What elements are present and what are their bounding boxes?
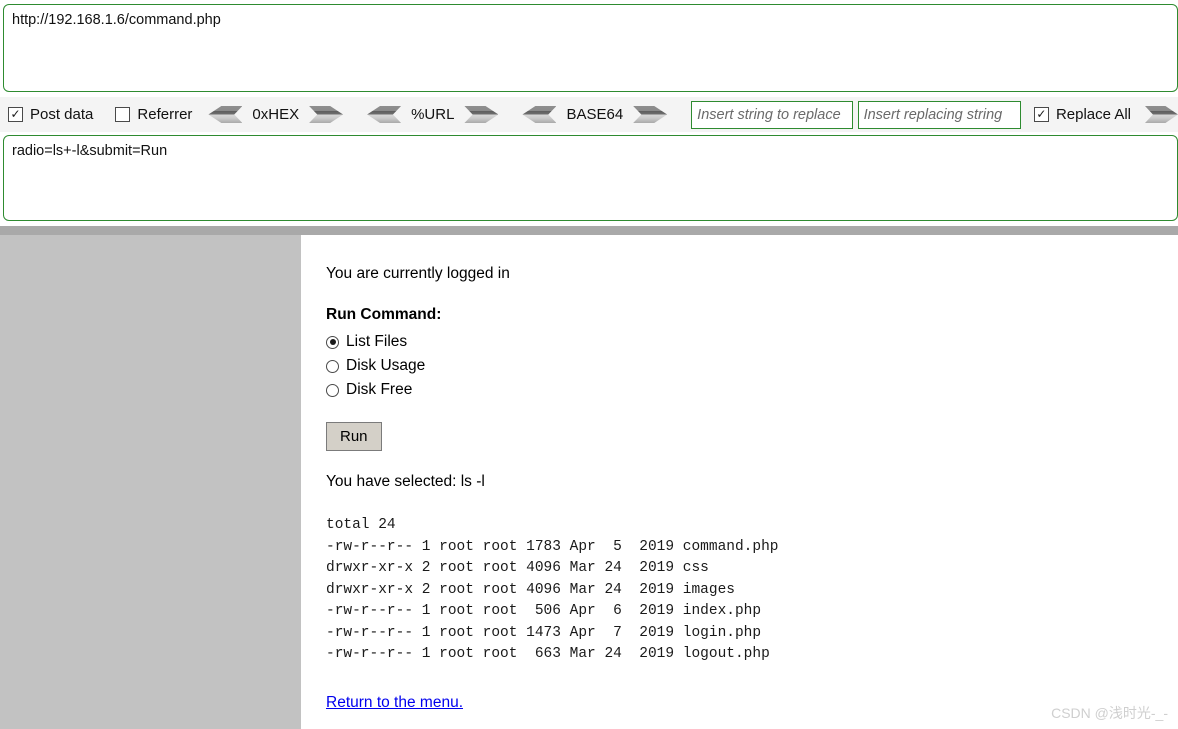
base64-decode-arrow-icon[interactable]: [522, 106, 557, 123]
run-submit-button[interactable]: Run: [326, 422, 382, 451]
encoding-options-toolbar: Post data Referrer 0xHEX %URL BASE64 Ins…: [0, 97, 1178, 132]
hex-encode-group: 0xHEX: [208, 97, 344, 132]
post-data-input[interactable]: radio=ls+-l&submit=Run: [3, 135, 1178, 221]
radio-disk-free-label: Disk Free: [346, 381, 413, 398]
url-encode-label: %URL: [411, 106, 455, 123]
radio-option-disk-free[interactable]: Disk Free: [326, 378, 1178, 402]
selected-command-text: You have selected: ls -l: [326, 473, 485, 490]
post-data-checkbox[interactable]: [8, 107, 23, 122]
page-top-band: [0, 226, 1178, 235]
radio-disk-free-input[interactable]: [326, 383, 339, 397]
url-encode-group: %URL: [367, 97, 499, 132]
radio-option-list-files[interactable]: List Files: [326, 330, 1178, 354]
radio-list-files-label: List Files: [346, 333, 408, 350]
referrer-option[interactable]: Referrer: [115, 97, 192, 132]
base64-encode-arrow-icon[interactable]: [633, 106, 668, 123]
radio-disk-usage-input[interactable]: [326, 359, 339, 373]
apply-replace-arrow-icon[interactable]: [1145, 106, 1178, 123]
hex-encode-arrow-icon[interactable]: [309, 106, 344, 123]
run-command-heading: Run Command:: [326, 306, 442, 323]
replace-from-input[interactable]: Insert string to replace: [691, 100, 853, 129]
replace-to-input[interactable]: Insert replacing string: [857, 100, 1021, 129]
base64-label: BASE64: [566, 106, 624, 123]
command-output: total 24 -rw-r--r-- 1 root root 1783 Apr…: [326, 517, 779, 662]
replace-all-option[interactable]: Replace All: [1033, 97, 1131, 132]
url-input[interactable]: http://192.168.1.6/command.php: [3, 4, 1178, 92]
referrer-label: Referrer: [137, 106, 193, 123]
replace-all-label: Replace All: [1055, 106, 1131, 123]
rendered-page: You are currently logged in Run Command:…: [0, 226, 1178, 729]
page-sidebar: [0, 235, 300, 729]
url-decode-arrow-icon[interactable]: [367, 106, 402, 123]
post-data-label: Post data: [30, 106, 94, 123]
referrer-checkbox[interactable]: [115, 107, 131, 122]
radio-disk-usage-label: Disk Usage: [346, 357, 426, 374]
radio-option-disk-usage[interactable]: Disk Usage: [326, 354, 1178, 378]
request-editor-panel: http://192.168.1.6/command.php Post data…: [0, 0, 1178, 226]
radio-list-files-input[interactable]: [326, 335, 339, 349]
hex-decode-arrow-icon[interactable]: [208, 106, 243, 123]
return-to-menu-link[interactable]: Return to the menu.: [326, 694, 463, 712]
replace-all-checkbox[interactable]: [1033, 107, 1049, 122]
page-content: You are currently logged in Run Command:…: [301, 235, 1178, 729]
hex-label: 0xHEX: [252, 106, 300, 123]
login-status-text: You are currently logged in: [326, 265, 510, 282]
post-data-option[interactable]: Post data: [8, 97, 93, 132]
watermark-text: CSDN @浅时光-_-: [1051, 705, 1168, 721]
url-encode-arrow-icon[interactable]: [464, 106, 499, 123]
base64-group: BASE64: [522, 97, 668, 132]
